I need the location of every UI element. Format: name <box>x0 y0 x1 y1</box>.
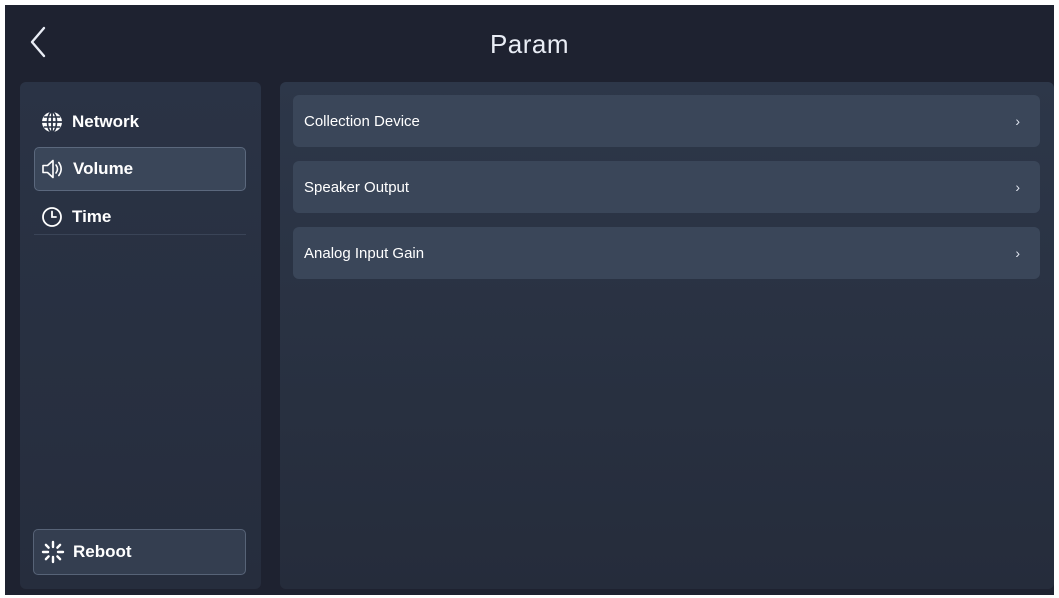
speaker-icon <box>41 157 65 181</box>
chevron-right-icon: › <box>1015 179 1020 195</box>
sidebar-item-label: Network <box>72 112 140 131</box>
title-bar: Param <box>5 5 1054 81</box>
list-item-speaker-output[interactable]: Speaker Output › <box>293 161 1040 213</box>
chevron-right-icon: › <box>1015 245 1020 261</box>
sidebar-item-volume[interactable]: Volume <box>34 147 246 191</box>
screen: Param Network Volume Time Reboot Collect… <box>5 5 1054 595</box>
list-item-analog-input-gain[interactable]: Analog Input Gain › <box>293 227 1040 279</box>
clock-icon <box>40 205 64 229</box>
page-title: Param <box>489 29 570 59</box>
reboot-button[interactable]: Reboot <box>33 529 246 575</box>
list-item-label: Analog Input Gain <box>304 244 425 262</box>
sidebar-item-label: Time <box>72 207 112 226</box>
list-item-label: Speaker Output <box>304 178 410 196</box>
sidebar-item-label: Volume <box>73 159 134 178</box>
sidebar-item-network[interactable]: Network <box>34 100 246 144</box>
list-item-label: Collection Device <box>304 112 420 130</box>
loading-spinner-icon <box>41 540 65 564</box>
chevron-right-icon: › <box>1015 113 1020 129</box>
sidebar-item-time[interactable]: Time <box>34 195 246 239</box>
list-item-collection-device[interactable]: Collection Device › <box>293 95 1040 147</box>
main-panel: Collection Device › Speaker Output › Ana… <box>280 82 1054 589</box>
reboot-label: Reboot <box>73 542 132 561</box>
globe-icon <box>40 110 64 134</box>
sidebar-divider <box>34 234 246 235</box>
sidebar: Network Volume Time Reboot <box>20 82 261 589</box>
